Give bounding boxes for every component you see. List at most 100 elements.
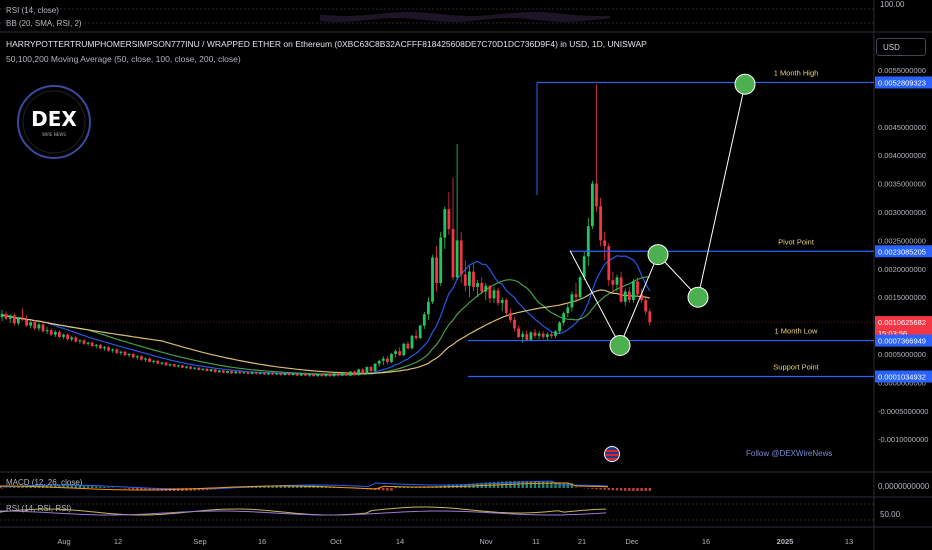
candle-body [8,315,12,319]
y-tick-label: 0.0035000000 [878,180,926,189]
y-tick-label: 0.0020000000 [878,265,926,274]
candle-body [189,366,192,369]
candle-body [115,349,119,353]
level-label: 1 Month Low [775,327,819,336]
logo-text: DEX [31,107,77,131]
candle-body [418,325,422,339]
macd-bar [591,488,594,489]
candle-body [234,371,238,374]
level-label: Support Point [773,363,819,372]
candle-body [599,206,602,241]
candle-body [484,285,488,292]
x-tick-label: Oct [330,537,343,546]
ma-line [1,276,650,376]
candle-body [361,369,365,374]
candle-body [537,333,541,336]
level-label: 1 Month High [774,68,819,77]
macd-bar [86,485,90,488]
candle-body [283,373,287,376]
macd-bar [95,486,98,488]
candle-body [623,291,627,302]
candle-body [550,334,553,336]
candle-body [197,367,201,370]
candle-body [21,318,24,320]
bb-top-label[interactable]: BB (20, SMA, RSI, 2) [6,19,82,28]
candle-body [267,372,270,375]
y-tick-label: 0.0040000000 [878,151,926,160]
candle-body [58,331,61,337]
follow-note[interactable]: Follow @DEXWireNews [746,449,832,458]
candle-body [312,374,315,377]
candle-body [492,290,496,299]
bb-top-band [320,12,610,22]
macd-bar [127,488,131,489]
macd-bar [533,481,537,488]
level-price-label: 0.0007366949 [878,337,926,346]
candle-body [517,328,520,337]
candle-body [394,351,397,354]
candle-body [468,271,471,286]
candle-body [332,373,336,377]
projection-node [609,334,631,356]
candle-body [541,333,545,337]
current-price-label: 0.0010625682 [878,318,926,327]
y-tick-label: 0.0045000000 [878,123,926,132]
candle-body [213,369,217,373]
candle-body [271,372,274,375]
macd-bar [648,488,651,491]
candle-body [82,340,86,344]
candle-body [455,240,459,278]
candle-body [263,372,266,375]
currency-button[interactable]: USD [876,38,926,56]
rsi-top-label[interactable]: RSI (14, close) [6,6,59,15]
candle-body [74,337,78,342]
candle-body [406,343,410,349]
x-tick-label: Aug [57,537,70,546]
candle-body [381,358,385,361]
candle-body [209,369,213,372]
chart-canvas[interactable]: 0.0055000000 0.0045000000 0.0040000000 0.00… [0,0,932,550]
candle-body [636,281,639,295]
candle-body [111,349,115,351]
macd-bar [0,488,4,489]
candle-body [410,335,414,349]
macd-label[interactable]: MACD (12, 26, close) [6,478,82,487]
candle-body [480,283,484,292]
candle-body [402,343,406,356]
candle-body [291,373,295,376]
candle-body [201,368,205,370]
candle-body [230,371,233,374]
candle-body [369,367,373,372]
indicator-legend[interactable]: 50,100,200 Moving Average (50, close, 10… [6,54,241,64]
dex-logo: DEX WIRE NEWS [17,85,91,159]
x-tick-label: Sep [193,537,206,546]
level-price-label: 0.0023085205 [878,247,926,256]
x-tick-label: 11 [532,537,540,546]
candle-body [37,324,41,329]
candle-body [386,358,389,362]
candle-body [53,331,57,335]
rsi-bottom-label[interactable]: RSI (14, RSI, RSI) [6,504,71,513]
candle-body [525,334,529,340]
projection-node [687,286,709,308]
macd-bar [636,488,639,491]
candle-body [299,373,303,376]
macd-bar [542,481,545,488]
candle-body [160,362,164,364]
x-tick-label: 21 [578,537,586,546]
candle-body [595,183,598,207]
macd-bar [611,488,615,491]
candle-body [41,324,45,332]
rsi-bottom-axis-label: 50.00 [880,510,901,519]
candle-body [176,365,180,367]
candle-body [320,374,324,377]
candle-body [463,274,467,286]
candle-body [185,366,188,368]
macd-bar [99,486,102,488]
x-tick-label: 2025 [777,537,794,546]
macd-bar [546,481,549,488]
macd-bar [382,488,385,491]
candle-body [582,256,586,278]
candle-body [648,311,652,323]
macd-bar [136,488,139,490]
